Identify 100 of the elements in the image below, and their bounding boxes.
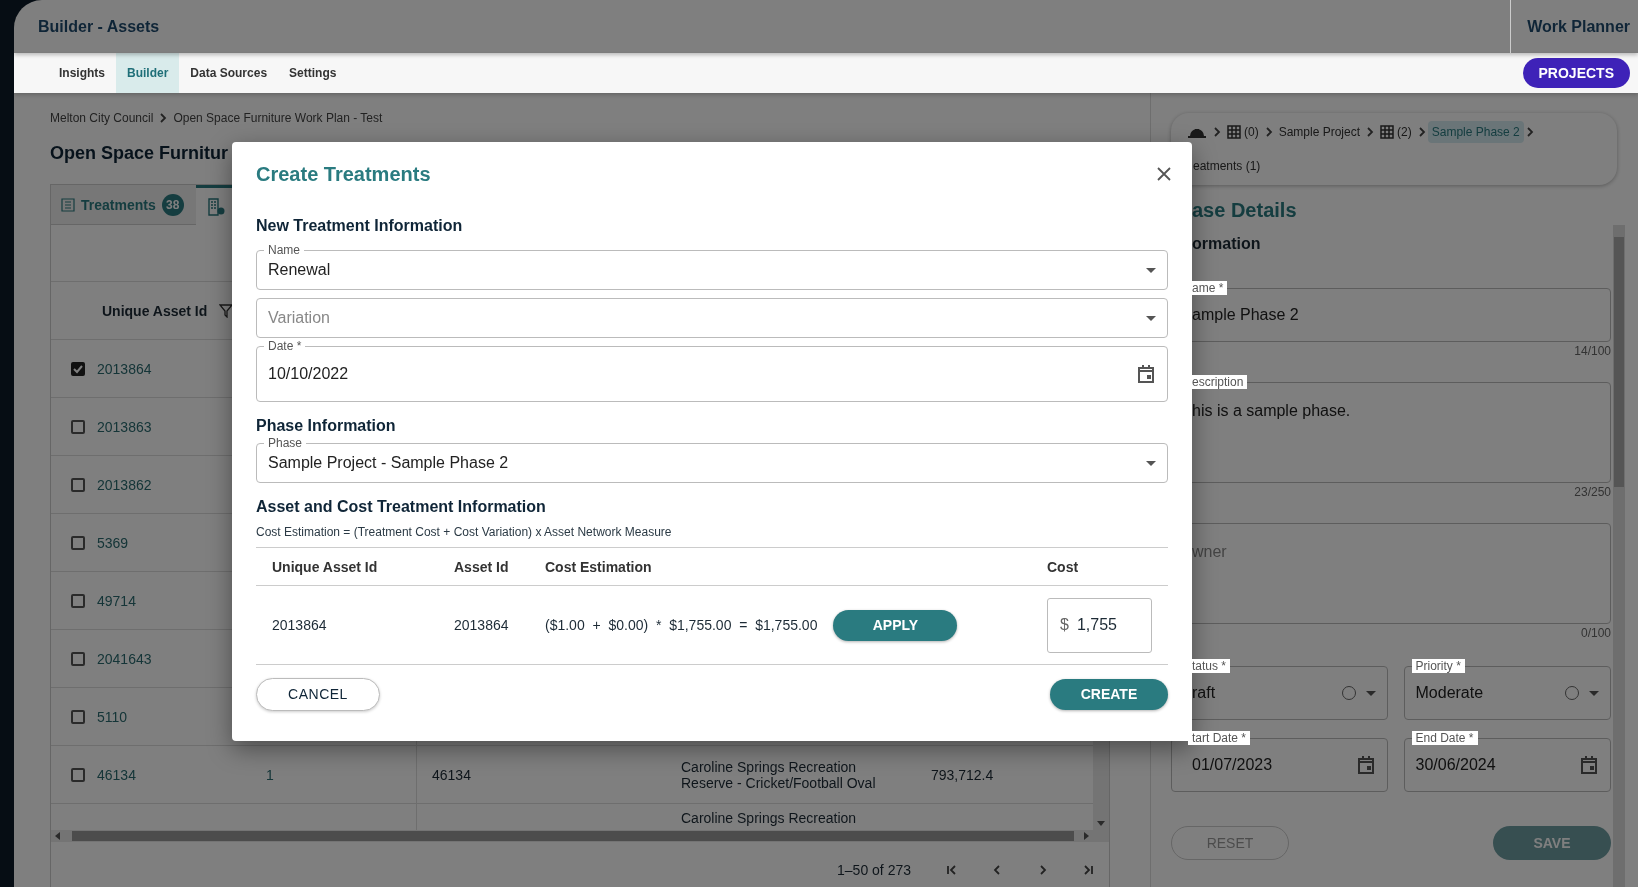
character-counter: 0/100 — [1580, 626, 1611, 640]
field-label: tatus * — [1188, 659, 1231, 673]
column-header: Cost Estimation — [545, 558, 652, 575]
row-checkbox[interactable] — [71, 361, 85, 376]
nav-tab[interactable]: Builder — [116, 53, 180, 93]
breadcrumb-link[interactable]: Open Space Furniture Work Plan - Test — [173, 111, 383, 125]
section-heading: Asset and Cost Treatment Information — [256, 497, 547, 517]
cancel-button[interactable]: CANCEL — [256, 677, 380, 711]
row-checkbox[interactable] — [71, 593, 85, 608]
projects-button[interactable]: PROJECTS — [1522, 58, 1630, 88]
row-checkbox[interactable] — [71, 651, 85, 666]
field-label: End Date * — [1411, 731, 1478, 745]
grid-icon — [1227, 125, 1241, 139]
column-header: Asset Id — [454, 558, 509, 575]
dropdown-icon[interactable] — [1146, 315, 1156, 321]
row-checkbox[interactable] — [71, 767, 85, 782]
breadcrumb-item[interactable]: Sample Phase 2 — [1427, 121, 1524, 143]
first-page-button[interactable] — [945, 863, 957, 876]
horizontal-scrollbar[interactable] — [51, 830, 1109, 842]
section-heading: Phase Information — [256, 416, 397, 436]
table-cell: 46134 — [97, 766, 136, 783]
field-label: Date * — [264, 339, 306, 353]
date-field[interactable]: End Date * 30/06/2024 — [1403, 731, 1611, 792]
table-cell: 2013862 — [97, 476, 152, 493]
table-cell: 2013864 — [97, 360, 152, 377]
chevron-icon — [1211, 126, 1223, 138]
next-page-button[interactable] — [1037, 863, 1049, 876]
date-field[interactable]: Date * 10/10/2022 — [256, 339, 1168, 402]
priority-select[interactable]: Priority * Moderate — [1403, 659, 1611, 720]
row-checkbox[interactable] — [71, 477, 85, 492]
list-icon — [61, 197, 75, 212]
nav-tab[interactable]: Insights — [48, 53, 116, 93]
dropdown-icon[interactable] — [1365, 690, 1376, 696]
count-badge: 38 — [161, 193, 184, 216]
dropdown-icon[interactable] — [1146, 267, 1156, 273]
table-cell: 2013864 — [272, 617, 327, 633]
cost-estimation: ($1.00 + $0.00) * $1,755.00 = $1,755.00 — [545, 617, 818, 633]
status-select[interactable]: tatus * raft — [1171, 659, 1388, 720]
column-header: Unique Asset Id — [272, 558, 378, 575]
name-select[interactable]: Name Renewal — [256, 243, 1168, 290]
panel-title: ase Details — [1191, 199, 1298, 223]
section-heading: New Treatment Information — [256, 216, 464, 236]
dropdown-icon[interactable] — [1146, 460, 1156, 466]
field-label: Phase — [264, 436, 307, 450]
dialog-title: Create Treatments — [256, 162, 431, 186]
section-heading: ormation — [1191, 235, 1262, 254]
chevron-right-icon — [1037, 863, 1049, 876]
filter-icon[interactable] — [219, 303, 234, 318]
column-header: Cost — [1047, 558, 1079, 575]
column-header[interactable]: Unique Asset Id — [102, 302, 208, 319]
page-title: Open Space Furnitur — [50, 143, 230, 164]
table-cell: 2013863 — [97, 418, 152, 435]
text-field[interactable]: ame * ample Phase 2 — [1171, 281, 1611, 342]
calendar-icon[interactable] — [1355, 755, 1376, 775]
breadcrumb-item[interactable]: (2) — [1376, 121, 1416, 143]
breadcrumb-item[interactable]: (0) — [1223, 121, 1263, 143]
breadcrumb-item[interactable]: eatments (1) — [1183, 155, 1265, 177]
text-area[interactable]: escription his is a sample phase. — [1171, 375, 1611, 483]
building-icon — [206, 196, 226, 217]
character-counter: 23/250 — [1574, 485, 1611, 499]
first-page-icon — [945, 863, 957, 876]
last-page-icon — [1083, 863, 1095, 876]
character-counter: 14/100 — [1574, 344, 1611, 358]
dropdown-icon[interactable] — [1589, 690, 1599, 696]
calendar-icon[interactable] — [1579, 755, 1599, 775]
grid-icon — [1380, 125, 1395, 139]
row-checkbox[interactable] — [71, 709, 85, 724]
nav-tab[interactable]: Settings — [278, 53, 348, 93]
scroll-arrow-icon[interactable] — [55, 832, 60, 840]
variation-select[interactable]: Variation — [256, 291, 1168, 338]
table-cell: 1 — [266, 766, 274, 783]
table-cell: 793,712.4 — [931, 766, 994, 783]
previous-page-button[interactable] — [991, 863, 1003, 876]
row-checkbox[interactable] — [71, 535, 85, 550]
field-label: ame * — [1188, 281, 1228, 295]
content-tab[interactable]: Treatments 38 — [51, 185, 196, 225]
table-cell: 2013864 — [454, 617, 509, 633]
last-page-button[interactable] — [1083, 863, 1095, 876]
page-header-title: Builder - Assets — [37, 17, 161, 36]
table-cell: 5369 — [97, 534, 129, 551]
field-label: Priority * — [1411, 659, 1465, 673]
table-cell: 2041643 — [97, 650, 152, 667]
calendar-icon[interactable] — [1136, 364, 1156, 384]
table-cell: Caroline Springs Recreation — [681, 810, 857, 826]
create-button[interactable]: CREATE — [1050, 678, 1168, 710]
table-cell-text: Caroline Springs Recreation Reserve - Cricket/Football Oval — [681, 758, 877, 791]
apply-button[interactable]: APPLY — [833, 609, 958, 641]
nav-tab[interactable]: Data Sources — [179, 53, 279, 93]
phase-select[interactable]: Phase Sample Project - Sample Phase 2 — [256, 436, 1168, 483]
date-field[interactable]: tart Date * 01/07/2023 — [1171, 731, 1388, 792]
table-cell: 5110 — [97, 708, 128, 725]
breadcrumb-link[interactable]: Melton City Council — [50, 111, 154, 125]
formula-text: Cost Estimation = (Treatment Cost + Cost Variation) x Asset Network Measure — [256, 525, 673, 541]
chevron-left-icon — [991, 863, 1003, 876]
cost-field[interactable]: $ 1,755 — [1047, 597, 1152, 653]
pagination-range: 1–50 of 273 — [837, 861, 911, 878]
field-label: tart Date * — [1188, 731, 1251, 745]
row-checkbox[interactable] — [71, 419, 85, 434]
breadcrumb-item[interactable]: Sample Project — [1274, 121, 1365, 143]
vertical-scrollbar[interactable] — [1613, 225, 1625, 887]
